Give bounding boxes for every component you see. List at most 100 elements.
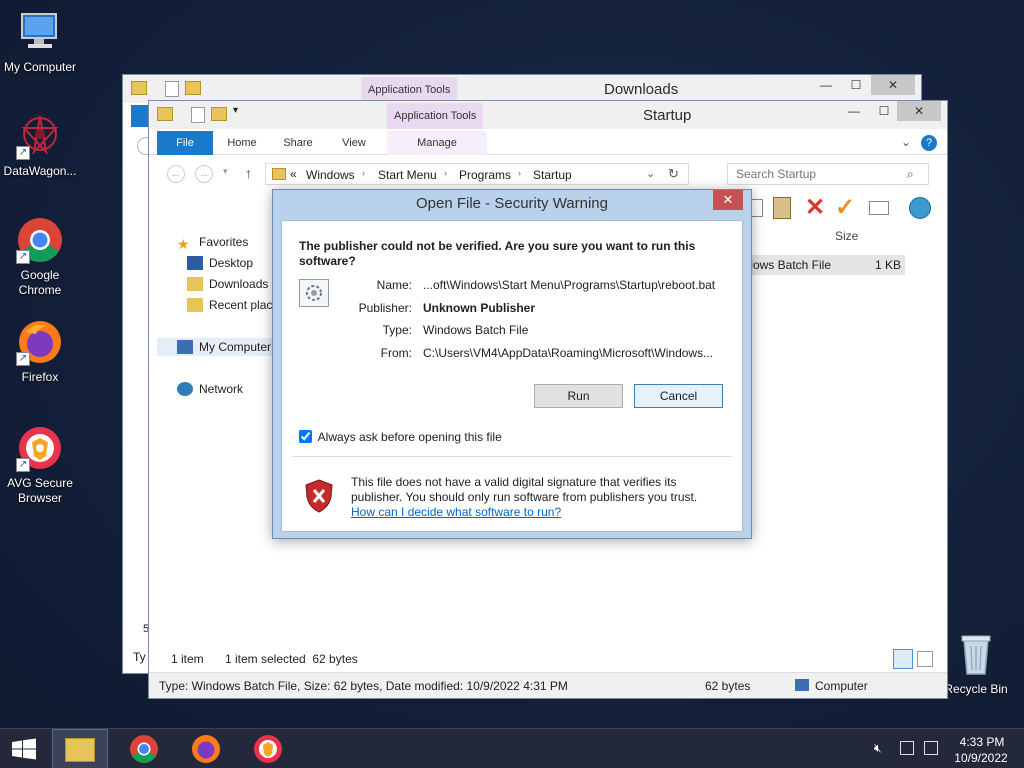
breadcrumb-start-menu[interactable]: Start Menu xyxy=(378,168,437,182)
avg-browser-icon: ↗ xyxy=(16,424,64,472)
refresh-icon[interactable]: ↻ xyxy=(668,166,679,182)
clock-date[interactable]: 10/9/2022 xyxy=(952,751,1010,765)
dialog-close-button[interactable]: ✕ xyxy=(713,190,743,210)
desktop-icon-label: Google Chrome xyxy=(18,268,62,297)
computer-icon xyxy=(795,679,809,691)
details-location: Computer xyxy=(815,679,868,693)
security-warning-dialog[interactable]: Open File - Security Warning ✕ The publi… xyxy=(272,189,752,539)
desktop-icon-label: AVG Secure Browser xyxy=(7,476,73,505)
desktop-icon-label: My Computer xyxy=(3,60,77,74)
shortcut-arrow-icon: ↗ xyxy=(16,458,30,472)
breadcrumb-programs[interactable]: Programs xyxy=(459,168,511,182)
file-explorer-icon xyxy=(65,738,95,762)
startup-window-title: Startup xyxy=(643,107,692,124)
column-header-size[interactable]: Size xyxy=(835,229,858,243)
warning-text: This file does not have a valid digital … xyxy=(351,475,698,504)
customize-toolbar-icon[interactable]: ▾ xyxy=(233,105,238,116)
tab-view[interactable]: View xyxy=(331,131,377,155)
firefox-icon: ↗ xyxy=(16,318,64,366)
breadcrumb-sep[interactable]: › xyxy=(444,168,447,178)
volume-muted-icon[interactable]: 🔇︎ xyxy=(874,741,882,756)
taskbar-chrome[interactable] xyxy=(116,729,172,768)
action-center-icon[interactable] xyxy=(924,741,938,755)
tab-manage[interactable]: Manage xyxy=(387,131,487,155)
minimize-button[interactable]: — xyxy=(839,101,869,121)
status-bar: 1 item 1 item selected 62 bytes xyxy=(149,649,947,671)
large-icons-view-icon[interactable] xyxy=(917,651,933,667)
expand-ribbon-icon[interactable]: ⌄ xyxy=(901,135,911,149)
ribbon-toolbar: ✕ ✓ xyxy=(749,193,939,225)
details-view-icon[interactable] xyxy=(893,649,913,669)
folder-icon xyxy=(157,107,173,121)
desktop-icon-label: DataWagon... xyxy=(3,164,77,178)
new-folder-icon xyxy=(185,81,201,95)
maximize-button[interactable]: ☐ xyxy=(841,75,871,95)
nav-my-computer[interactable]: My Computer xyxy=(157,338,275,356)
name-value: ...oft\Windows\Start Menu\Programs\Start… xyxy=(423,278,716,292)
help-link[interactable]: How can I decide what software to run? xyxy=(351,505,561,519)
always-ask-checkbox[interactable] xyxy=(299,430,312,443)
recent-places-icon xyxy=(187,298,203,312)
desktop-icon-firefox[interactable]: ↗ Firefox xyxy=(0,318,80,385)
desktop-icon-avg-secure-browser[interactable]: ↗ AVG Secure Browser xyxy=(0,424,80,506)
chrome-icon xyxy=(130,735,158,763)
tab-share[interactable]: Share xyxy=(275,131,321,155)
windows-logo-icon xyxy=(12,738,36,760)
maximize-button[interactable]: ☐ xyxy=(869,101,899,121)
cancel-button[interactable]: Cancel xyxy=(634,384,723,408)
start-button[interactable] xyxy=(0,729,48,768)
clock-time[interactable]: 4:33 PM xyxy=(958,735,1006,749)
tab-home[interactable]: Home xyxy=(219,131,265,155)
nav-downloads[interactable]: Downloads xyxy=(187,275,268,293)
desktop-icon-google-chrome[interactable]: ↗ Google Chrome xyxy=(0,216,80,298)
search-input[interactable]: Search Startup xyxy=(727,163,929,185)
help-icon[interactable]: ? xyxy=(921,135,937,151)
startup-application-tools-tab[interactable]: Application Tools xyxy=(387,103,484,129)
type-value: Windows Batch File xyxy=(423,323,529,337)
paste-icon[interactable] xyxy=(773,197,791,219)
nav-favorites[interactable]: ★ Favorites xyxy=(177,233,248,251)
address-dropdown-icon[interactable]: ⌄ xyxy=(646,167,655,180)
startup-title-bar[interactable]: ▾ Application Tools Startup — ☐ ✕ xyxy=(149,101,947,129)
breadcrumb-sep[interactable]: › xyxy=(362,168,365,178)
close-button[interactable]: ✕ xyxy=(897,101,941,121)
rename-check-icon[interactable]: ✓ xyxy=(835,193,855,222)
network-icon xyxy=(177,382,193,396)
desktop-icon-my-computer[interactable]: My Computer xyxy=(0,8,80,75)
properties-panel-icon[interactable] xyxy=(869,201,889,215)
desktop-icon-datawagon[interactable]: ↗ DataWagon... xyxy=(0,112,80,179)
overflow-chevron[interactable]: « xyxy=(290,167,297,181)
recycle-bin-icon xyxy=(952,630,1000,678)
always-ask-checkbox-row[interactable]: Always ask before opening this file xyxy=(299,430,502,444)
from-label: From: xyxy=(380,346,412,360)
item-count: 1 item xyxy=(171,652,204,666)
desktop-icon-recycle-bin[interactable]: Recycle Bin xyxy=(936,630,1016,697)
nav-network[interactable]: Network xyxy=(177,380,243,398)
forward-icon[interactable]: → xyxy=(195,165,213,183)
minimize-button[interactable]: — xyxy=(811,75,841,95)
recent-locations-icon[interactable]: ▾ xyxy=(223,166,228,177)
address-row: ← → ▾ ↑ « Windows › Start Menu › Program… xyxy=(149,159,947,189)
run-button[interactable]: Run xyxy=(534,384,623,408)
network-status-icon[interactable] xyxy=(900,741,914,755)
close-button[interactable]: ✕ xyxy=(871,75,915,95)
downloads-title-bar[interactable]: Application Tools Downloads — ☐ ✕ xyxy=(123,75,921,103)
nav-desktop[interactable]: Desktop xyxy=(187,254,253,272)
breadcrumb-sep[interactable]: › xyxy=(518,168,521,178)
breadcrumb-startup[interactable]: Startup xyxy=(533,168,572,182)
tab-file[interactable]: File xyxy=(157,131,213,155)
globe-icon[interactable] xyxy=(909,197,931,219)
breadcrumb-windows[interactable]: Windows xyxy=(306,168,355,182)
address-bar[interactable]: « Windows › Start Menu › Programs › Star… xyxy=(265,163,689,185)
dialog-title: Open File - Security Warning xyxy=(415,195,608,212)
file-row[interactable]: Windows Batch File 1 KB xyxy=(745,255,905,275)
taskbar-avg-browser[interactable] xyxy=(240,729,296,768)
taskbar-firefox[interactable] xyxy=(178,729,234,768)
star-icon: ★ xyxy=(177,236,190,252)
delete-icon[interactable]: ✕ xyxy=(805,193,825,222)
properties-icon xyxy=(165,81,179,97)
back-icon[interactable]: ← xyxy=(167,165,185,183)
nav-recent-places[interactable]: Recent places xyxy=(187,296,279,314)
up-icon[interactable]: ↑ xyxy=(245,165,252,181)
taskbar-file-explorer[interactable] xyxy=(52,729,108,768)
